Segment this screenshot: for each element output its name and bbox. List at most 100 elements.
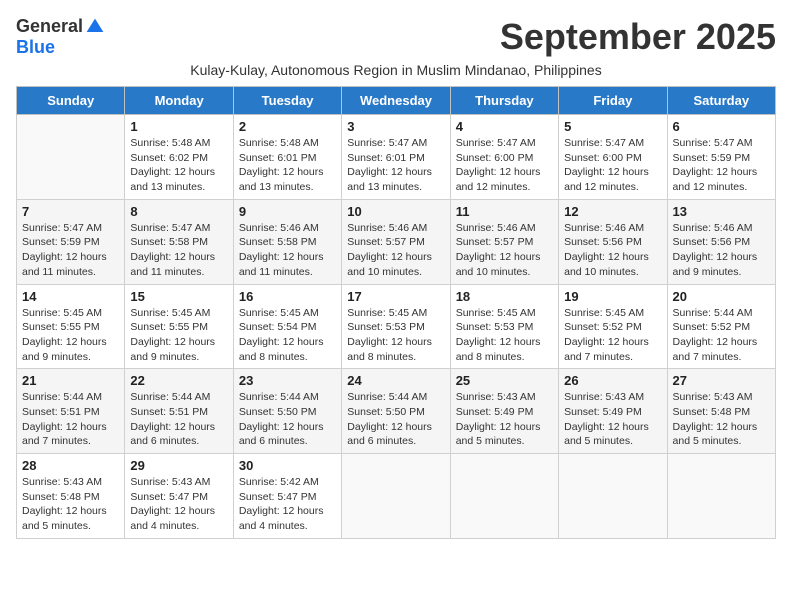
calendar-week-4: 21 Sunrise: 5:44 AM Sunset: 5:51 PM Dayli… xyxy=(17,369,776,454)
day-info: Sunrise: 5:47 AM Sunset: 6:00 PM Dayligh… xyxy=(564,136,661,195)
day-info: Sunrise: 5:46 AM Sunset: 5:57 PM Dayligh… xyxy=(456,221,553,280)
logo-icon xyxy=(85,17,105,37)
logo-general-text: General xyxy=(16,16,83,37)
day-number: 10 xyxy=(347,204,444,219)
day-number: 17 xyxy=(347,289,444,304)
day-info: Sunrise: 5:43 AM Sunset: 5:49 PM Dayligh… xyxy=(564,390,661,449)
day-info: Sunrise: 5:48 AM Sunset: 6:01 PM Dayligh… xyxy=(239,136,336,195)
day-number: 4 xyxy=(456,119,553,134)
calendar-cell: 14 Sunrise: 5:45 AM Sunset: 5:55 PM Dayli… xyxy=(17,284,125,369)
calendar-cell: 6 Sunrise: 5:47 AM Sunset: 5:59 PM Daylig… xyxy=(667,115,775,200)
calendar-cell: 2 Sunrise: 5:48 AM Sunset: 6:01 PM Daylig… xyxy=(233,115,341,200)
day-header-friday: Friday xyxy=(559,87,667,115)
day-info: Sunrise: 5:44 AM Sunset: 5:52 PM Dayligh… xyxy=(673,306,770,365)
day-info: Sunrise: 5:48 AM Sunset: 6:02 PM Dayligh… xyxy=(130,136,227,195)
day-number: 27 xyxy=(673,373,770,388)
day-info: Sunrise: 5:43 AM Sunset: 5:49 PM Dayligh… xyxy=(456,390,553,449)
calendar-cell: 11 Sunrise: 5:46 AM Sunset: 5:57 PM Dayli… xyxy=(450,199,558,284)
calendar-cell: 10 Sunrise: 5:46 AM Sunset: 5:57 PM Dayli… xyxy=(342,199,450,284)
day-number: 7 xyxy=(22,204,119,219)
calendar-cell: 8 Sunrise: 5:47 AM Sunset: 5:58 PM Daylig… xyxy=(125,199,233,284)
day-info: Sunrise: 5:45 AM Sunset: 5:53 PM Dayligh… xyxy=(456,306,553,365)
calendar-cell: 26 Sunrise: 5:43 AM Sunset: 5:49 PM Dayli… xyxy=(559,369,667,454)
day-info: Sunrise: 5:47 AM Sunset: 6:00 PM Dayligh… xyxy=(456,136,553,195)
day-number: 25 xyxy=(456,373,553,388)
calendar-cell xyxy=(17,115,125,200)
day-number: 23 xyxy=(239,373,336,388)
calendar-cell: 7 Sunrise: 5:47 AM Sunset: 5:59 PM Daylig… xyxy=(17,199,125,284)
day-info: Sunrise: 5:47 AM Sunset: 5:59 PM Dayligh… xyxy=(673,136,770,195)
day-number: 6 xyxy=(673,119,770,134)
day-number: 14 xyxy=(22,289,119,304)
day-info: Sunrise: 5:45 AM Sunset: 5:55 PM Dayligh… xyxy=(22,306,119,365)
day-number: 19 xyxy=(564,289,661,304)
day-number: 21 xyxy=(22,373,119,388)
calendar-week-2: 7 Sunrise: 5:47 AM Sunset: 5:59 PM Daylig… xyxy=(17,199,776,284)
calendar-cell: 20Sunrise: 5:44 AM Sunset: 5:52 PM Dayli… xyxy=(667,284,775,369)
day-header-wednesday: Wednesday xyxy=(342,87,450,115)
day-header-saturday: Saturday xyxy=(667,87,775,115)
day-number: 22 xyxy=(130,373,227,388)
day-number: 29 xyxy=(130,458,227,473)
calendar-cell: 17 Sunrise: 5:45 AM Sunset: 5:53 PM Dayli… xyxy=(342,284,450,369)
calendar-cell: 22 Sunrise: 5:44 AM Sunset: 5:51 PM Dayli… xyxy=(125,369,233,454)
calendar-cell: 15 Sunrise: 5:45 AM Sunset: 5:55 PM Dayli… xyxy=(125,284,233,369)
calendar-cell: 24 Sunrise: 5:44 AM Sunset: 5:50 PM Dayli… xyxy=(342,369,450,454)
calendar-cell: 12Sunrise: 5:46 AM Sunset: 5:56 PM Dayli… xyxy=(559,199,667,284)
day-info: Sunrise: 5:45 AM Sunset: 5:55 PM Dayligh… xyxy=(130,306,227,365)
day-info: Sunrise: 5:43 AM Sunset: 5:47 PM Dayligh… xyxy=(130,475,227,534)
calendar-cell: 1Sunrise: 5:48 AM Sunset: 6:02 PM Daylig… xyxy=(125,115,233,200)
day-info: Sunrise: 5:46 AM Sunset: 5:56 PM Dayligh… xyxy=(673,221,770,280)
calendar-cell: 4 Sunrise: 5:47 AM Sunset: 6:00 PM Daylig… xyxy=(450,115,558,200)
day-info: Sunrise: 5:47 AM Sunset: 5:58 PM Dayligh… xyxy=(130,221,227,280)
calendar-cell: 16 Sunrise: 5:45 AM Sunset: 5:54 PM Dayli… xyxy=(233,284,341,369)
day-info: Sunrise: 5:44 AM Sunset: 5:50 PM Dayligh… xyxy=(347,390,444,449)
day-info: Sunrise: 5:47 AM Sunset: 6:01 PM Dayligh… xyxy=(347,136,444,195)
day-number: 30 xyxy=(239,458,336,473)
day-number: 15 xyxy=(130,289,227,304)
calendar-cell: 18 Sunrise: 5:45 AM Sunset: 5:53 PM Dayli… xyxy=(450,284,558,369)
day-number: 28 xyxy=(22,458,119,473)
calendar-cell: 19 Sunrise: 5:45 AM Sunset: 5:52 PM Dayli… xyxy=(559,284,667,369)
day-number: 12 xyxy=(564,204,661,219)
day-number: 2 xyxy=(239,119,336,134)
calendar-cell: 29 Sunrise: 5:43 AM Sunset: 5:47 PM Dayli… xyxy=(125,454,233,539)
day-info: Sunrise: 5:46 AM Sunset: 5:58 PM Dayligh… xyxy=(239,221,336,280)
logo: General Blue xyxy=(16,16,105,58)
day-info: Sunrise: 5:47 AM Sunset: 5:59 PM Dayligh… xyxy=(22,221,119,280)
day-number: 8 xyxy=(130,204,227,219)
day-info: Sunrise: 5:44 AM Sunset: 5:51 PM Dayligh… xyxy=(22,390,119,449)
calendar-cell: 23 Sunrise: 5:44 AM Sunset: 5:50 PM Dayli… xyxy=(233,369,341,454)
day-number: 24 xyxy=(347,373,444,388)
calendar-table: SundayMondayTuesdayWednesdayThursdayFrid… xyxy=(16,86,776,539)
day-number: 16 xyxy=(239,289,336,304)
day-header-sunday: Sunday xyxy=(17,87,125,115)
calendar-cell: 27 Sunrise: 5:43 AM Sunset: 5:48 PM Dayli… xyxy=(667,369,775,454)
day-info: Sunrise: 5:46 AM Sunset: 5:57 PM Dayligh… xyxy=(347,221,444,280)
day-number: 18 xyxy=(456,289,553,304)
day-info: Sunrise: 5:45 AM Sunset: 5:53 PM Dayligh… xyxy=(347,306,444,365)
day-header-thursday: Thursday xyxy=(450,87,558,115)
calendar-cell: 3 Sunrise: 5:47 AM Sunset: 6:01 PM Daylig… xyxy=(342,115,450,200)
day-number: 3 xyxy=(347,119,444,134)
subtitle: Kulay-Kulay, Autonomous Region in Muslim… xyxy=(16,62,776,78)
calendar-week-5: 28 Sunrise: 5:43 AM Sunset: 5:48 PM Dayli… xyxy=(17,454,776,539)
day-number: 26 xyxy=(564,373,661,388)
day-info: Sunrise: 5:44 AM Sunset: 5:51 PM Dayligh… xyxy=(130,390,227,449)
calendar-cell xyxy=(559,454,667,539)
day-info: Sunrise: 5:44 AM Sunset: 5:50 PM Dayligh… xyxy=(239,390,336,449)
header: General Blue September 2025 xyxy=(16,16,776,58)
day-info: Sunrise: 5:43 AM Sunset: 5:48 PM Dayligh… xyxy=(22,475,119,534)
day-info: Sunrise: 5:45 AM Sunset: 5:52 PM Dayligh… xyxy=(564,306,661,365)
month-title: September 2025 xyxy=(500,16,776,58)
day-number: 11 xyxy=(456,204,553,219)
day-info: Sunrise: 5:45 AM Sunset: 5:54 PM Dayligh… xyxy=(239,306,336,365)
day-info: Sunrise: 5:43 AM Sunset: 5:48 PM Dayligh… xyxy=(673,390,770,449)
calendar-cell: 9Sunrise: 5:46 AM Sunset: 5:58 PM Daylig… xyxy=(233,199,341,284)
calendar-cell: 30Sunrise: 5:42 AM Sunset: 5:47 PM Dayli… xyxy=(233,454,341,539)
calendar-week-3: 14 Sunrise: 5:45 AM Sunset: 5:55 PM Dayli… xyxy=(17,284,776,369)
calendar-cell xyxy=(667,454,775,539)
calendar-cell: 21 Sunrise: 5:44 AM Sunset: 5:51 PM Dayli… xyxy=(17,369,125,454)
logo-blue-text: Blue xyxy=(16,37,55,58)
calendar-cell xyxy=(450,454,558,539)
